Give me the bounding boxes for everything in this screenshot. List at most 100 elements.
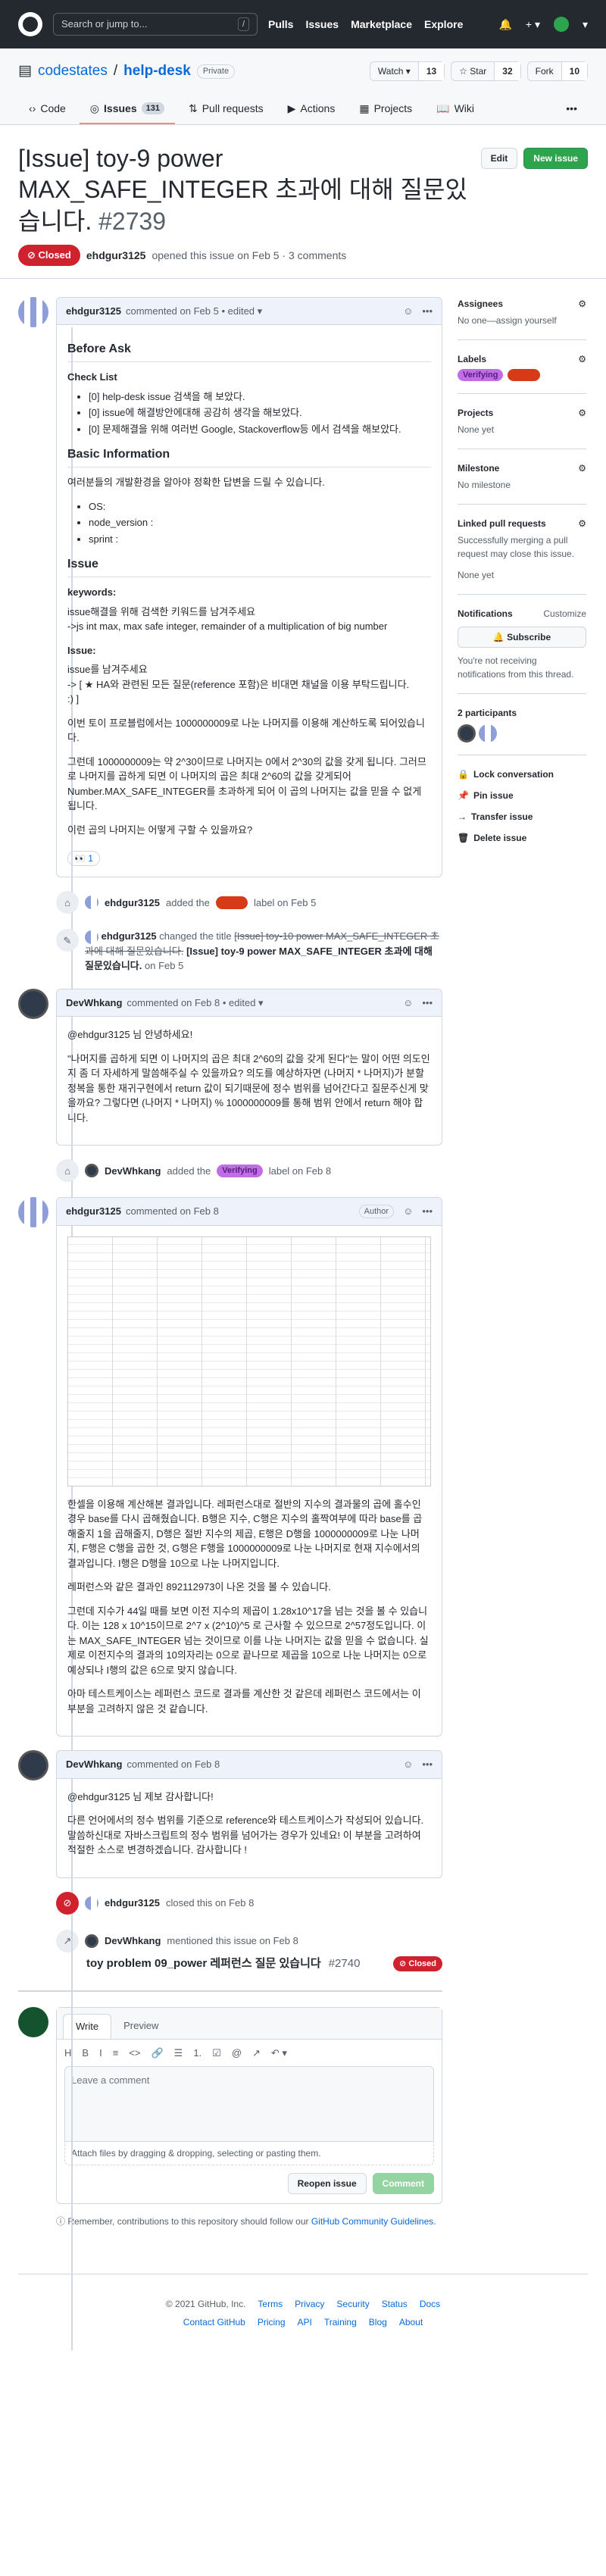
referenced-issue-link[interactable]: toy problem 09_power 레퍼런스 질문 있습니다 — [86, 1955, 321, 1973]
cross-reference-icon[interactable]: ↗ — [252, 2046, 261, 2061]
footer-link-terms[interactable]: Terms — [258, 2297, 283, 2311]
label-verifying[interactable]: Verifying — [217, 1165, 263, 1177]
tab-wiki[interactable]: 📖 Wiki — [426, 95, 485, 124]
footer-link-training[interactable]: Training — [324, 2315, 357, 2329]
label-verifying[interactable]: Verifying — [458, 368, 504, 382]
unordered-list-icon[interactable]: ☰ — [174, 2046, 183, 2061]
avatar[interactable] — [85, 896, 98, 910]
comment-textarea[interactable]: Leave a comment — [64, 2066, 434, 2143]
event-actor[interactable]: ehdgur3125 — [102, 930, 157, 942]
footer-link-security[interactable]: Security — [336, 2297, 369, 2311]
fork-button[interactable]: Fork 10 — [526, 61, 588, 82]
avatar[interactable] — [458, 724, 476, 743]
watch-count[interactable]: 13 — [417, 62, 445, 81]
gear-icon[interactable]: ⚙ — [578, 297, 586, 311]
heading-icon[interactable]: H — [64, 2046, 71, 2061]
code-icon[interactable]: <> — [129, 2046, 140, 2061]
search-input[interactable]: Search or jump to... / — [53, 13, 258, 36]
comment-author[interactable]: DevWhkang — [66, 1757, 122, 1772]
comment-button[interactable]: Comment — [372, 2173, 434, 2195]
nav-issues[interactable]: Issues — [305, 17, 339, 33]
footer-link-api[interactable]: API — [298, 2315, 312, 2329]
comment-meta[interactable]: commented on Feb 8 — [127, 1757, 220, 1772]
footer-link-contact[interactable]: Contact GitHub — [183, 2315, 245, 2329]
comment-meta[interactable]: commented on Feb 8 — [126, 1204, 219, 1219]
more-tabs-icon[interactable]: ••• — [555, 95, 588, 124]
pin-issue-link[interactable]: 📌 Pin issue — [458, 789, 586, 802]
comment-author[interactable]: ehdgur3125 — [66, 304, 121, 319]
customize-link[interactable]: Customize — [543, 607, 586, 621]
avatar[interactable] — [479, 724, 497, 743]
lock-conversation-link[interactable]: 🔒 Lock conversation — [458, 767, 586, 781]
transfer-issue-link[interactable]: → Transfer issue — [458, 810, 586, 824]
kebab-menu-icon[interactable]: ••• — [422, 304, 433, 319]
footer-link-privacy[interactable]: Privacy — [295, 2297, 324, 2311]
avatar[interactable] — [85, 930, 98, 944]
gear-icon[interactable]: ⚙ — [578, 406, 586, 420]
comment-author[interactable]: DevWhkang — [66, 996, 122, 1011]
tab-issues[interactable]: ◎ Issues 131 — [79, 95, 175, 124]
task-list-icon[interactable]: ☑ — [212, 2046, 221, 2061]
ordered-list-icon[interactable]: 1. — [193, 2046, 201, 2061]
avatar[interactable] — [85, 1164, 98, 1178]
guidelines-link[interactable]: GitHub Community Guidelines. — [311, 2216, 436, 2227]
star-button[interactable]: ☆ Star 32 — [451, 61, 521, 82]
new-issue-button[interactable]: New issue — [523, 147, 588, 169]
avatar[interactable] — [18, 1197, 48, 1228]
spreadsheet-screenshot[interactable] — [67, 1236, 431, 1487]
avatar[interactable] — [18, 988, 48, 1019]
quote-icon[interactable]: ≡ — [113, 2046, 119, 2061]
tab-code[interactable]: ‹› Code — [18, 95, 77, 124]
issue-author-link[interactable]: ehdgur3125 — [86, 248, 146, 264]
user-avatar[interactable] — [553, 17, 569, 32]
tab-preview[interactable]: Preview — [111, 2014, 170, 2039]
emoji-reaction-icon[interactable]: ☺ — [403, 1757, 413, 1772]
emoji-reaction-icon[interactable]: ☺ — [403, 996, 413, 1011]
label-issue[interactable]: Issue — [508, 368, 540, 382]
avatar[interactable] — [85, 1934, 98, 1948]
emoji-reaction-icon[interactable]: ☺ — [403, 304, 413, 319]
footer-link-blog[interactable]: Blog — [369, 2315, 387, 2329]
italic-icon[interactable]: I — [99, 2046, 102, 2061]
gear-icon[interactable]: ⚙ — [578, 461, 586, 475]
star-count[interactable]: 32 — [494, 62, 520, 81]
comment-meta[interactable]: commented on Feb 8 • edited ▾ — [127, 996, 263, 1011]
github-logo-icon[interactable] — [18, 12, 42, 36]
gear-icon[interactable]: ⚙ — [578, 517, 586, 530]
delete-issue-link[interactable]: 🗑 Delete issue — [458, 831, 586, 845]
event-actor[interactable]: DevWhkang — [105, 1164, 161, 1179]
subscribe-button[interactable]: 🔔 Subscribe — [458, 627, 586, 649]
avatar[interactable] — [18, 296, 48, 327]
kebab-menu-icon[interactable]: ••• — [422, 996, 433, 1011]
kebab-menu-icon[interactable]: ••• — [422, 1204, 433, 1219]
avatar-caret-icon[interactable]: ▾ — [583, 17, 588, 33]
tab-actions[interactable]: ▶ Actions — [277, 95, 346, 124]
avatar[interactable] — [85, 1896, 98, 1910]
nav-pulls[interactable]: Pulls — [268, 17, 293, 33]
mention-icon[interactable]: @ — [232, 2046, 242, 2061]
nav-marketplace[interactable]: Marketplace — [351, 17, 412, 33]
repo-name-link[interactable]: help-desk — [123, 61, 191, 83]
comment-meta[interactable]: commented on Feb 5 • edited ▾ — [126, 304, 262, 319]
repo-owner-link[interactable]: codestates — [38, 61, 108, 83]
attach-files-area[interactable]: Attach files by dragging & dropping, sel… — [64, 2142, 434, 2166]
kebab-menu-icon[interactable]: ••• — [422, 1757, 433, 1772]
fork-count[interactable]: 10 — [561, 62, 587, 81]
edit-title-button[interactable]: Edit — [480, 147, 518, 169]
bell-icon[interactable]: 🔔 — [498, 17, 511, 33]
avatar[interactable] — [18, 1750, 48, 1781]
assign-yourself-link[interactable]: No one—assign yourself — [458, 315, 557, 326]
emoji-reaction-icon[interactable]: ☺ — [403, 1204, 413, 1219]
eyes-reaction-button[interactable]: 👀 1 — [67, 851, 100, 867]
create-new-menu[interactable]: + ▾ — [526, 17, 540, 33]
event-actor[interactable]: ehdgur3125 — [105, 896, 160, 911]
event-actor[interactable]: DevWhkang — [105, 1934, 161, 1949]
footer-link-docs[interactable]: Docs — [420, 2297, 440, 2311]
tab-write[interactable]: Write — [63, 2014, 112, 2039]
nav-explore[interactable]: Explore — [424, 17, 463, 33]
gear-icon[interactable]: ⚙ — [578, 352, 586, 366]
label-issue[interactable]: Issue — [215, 896, 248, 909]
comment-author[interactable]: ehdgur3125 — [66, 1204, 121, 1219]
event-actor[interactable]: ehdgur3125 — [105, 1896, 160, 1911]
footer-link-status[interactable]: Status — [382, 2297, 408, 2311]
